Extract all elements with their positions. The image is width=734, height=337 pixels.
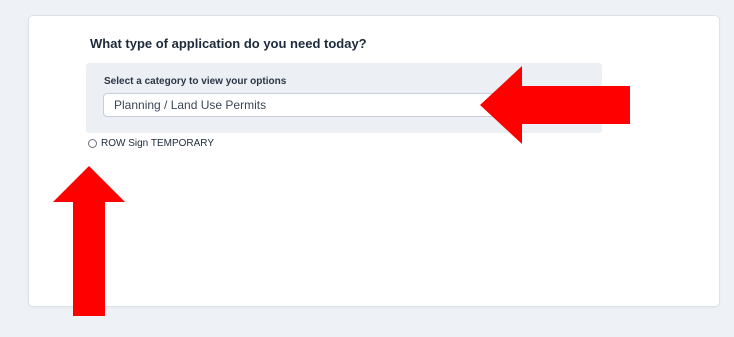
- page-question: What type of application do you need tod…: [90, 36, 367, 51]
- option-row-sign-temporary[interactable]: ROW Sign TEMPORARY: [88, 136, 214, 150]
- arrow-left-icon: [480, 66, 630, 144]
- arrow-left-shape: [480, 66, 630, 144]
- application-card: [28, 15, 720, 307]
- arrow-up-icon: [53, 166, 125, 316]
- option-label: ROW Sign TEMPORARY: [101, 137, 214, 149]
- category-select-label: Select a category to view your options: [104, 76, 287, 87]
- radio-button[interactable]: [88, 138, 97, 148]
- arrow-up-shape: [53, 166, 125, 316]
